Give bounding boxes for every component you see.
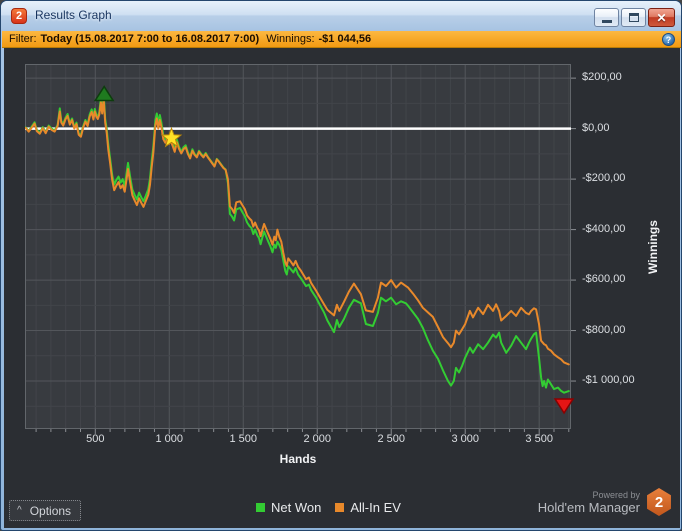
legend-item-all-in-ev: All-In EV (335, 500, 401, 515)
x-tick-label: 1 500 (229, 433, 258, 445)
window-title: Results Graph (35, 8, 112, 22)
y-tick-label: -$400,00 (582, 222, 626, 235)
filter-range: Today (15.08.2017 7:00 to 16.08.2017 7:0… (40, 33, 260, 45)
chart-legend: Net Won All-In EV (256, 500, 401, 515)
chevron-up-icon: ^ (17, 505, 22, 516)
powered-by-text: Powered by (592, 489, 640, 500)
legend-item-net-won: Net Won (256, 500, 321, 515)
x-tick-label: 500 (86, 433, 105, 445)
help-icon[interactable]: ? (662, 33, 675, 46)
close-icon: ✕ (656, 10, 667, 25)
filter-bar: Filter: Today (15.08.2017 7:00 to 16.08.… (2, 31, 681, 48)
holdem-manager-text: Hold'em Manager (537, 499, 640, 515)
winnings-label: Winnings: (266, 33, 315, 45)
y-tick-label: -$200,00 (582, 172, 626, 185)
results-graph-window: 2 Results Graph ✕ Filter: Today (15.08.2… (0, 0, 682, 531)
y-axis-title: Winnings (646, 219, 661, 274)
options-button-label: Options (29, 503, 72, 518)
results-graph-canvas (24, 64, 576, 434)
all-in-ev-swatch-icon (335, 503, 345, 512)
net-won-swatch-icon (256, 503, 265, 512)
x-tick-label: 1 000 (155, 433, 184, 445)
y-tick-label: -$1 000,00 (582, 374, 635, 387)
y-tick-label: $200,00 (582, 71, 622, 84)
results-plot (24, 64, 577, 435)
x-tick-label: 3 000 (451, 433, 479, 445)
y-axis-tick-labels: $200,00 $0,00 -$200,00 -$400,00 -$600,00 -$80… (579, 64, 651, 429)
hm2-app-icon: 2 (11, 8, 27, 24)
legend-label-net-won: Net Won (271, 500, 322, 515)
legend-label-all-in-ev: All-In EV (350, 500, 401, 515)
options-button[interactable]: ^ Options (9, 500, 82, 521)
x-tick-label: 2 500 (377, 433, 405, 445)
minimize-icon (601, 20, 612, 23)
filter-label: Filter: (9, 33, 37, 45)
maximize-button[interactable] (621, 8, 646, 27)
title-bar[interactable]: 2 Results Graph ✕ (1, 1, 681, 31)
x-axis-title: Hands (279, 452, 317, 466)
x-tick-label: 2 000 (303, 433, 331, 445)
y-tick-label: -$800,00 (582, 323, 626, 336)
minimize-button[interactable] (594, 8, 619, 27)
powered-by-branding: Powered by Hold'em Manager 2 (538, 488, 672, 516)
y-tick-label: -$600,00 (582, 273, 626, 286)
hm2-logo-icon: 2 (647, 488, 671, 516)
x-axis-tick-labels: 500 1 000 1 500 2 000 2 500 3 000 3 500 (25, 433, 571, 449)
chart-panel: $200,00 $0,00 -$200,00 -$400,00 -$600,00 -$80… (4, 48, 680, 528)
x-tick-label: 3 500 (525, 433, 553, 445)
close-button[interactable]: ✕ (648, 8, 675, 27)
winnings-value: -$1 044,56 (318, 33, 372, 45)
y-tick-label: $0,00 (582, 121, 610, 134)
maximize-icon (628, 13, 639, 22)
